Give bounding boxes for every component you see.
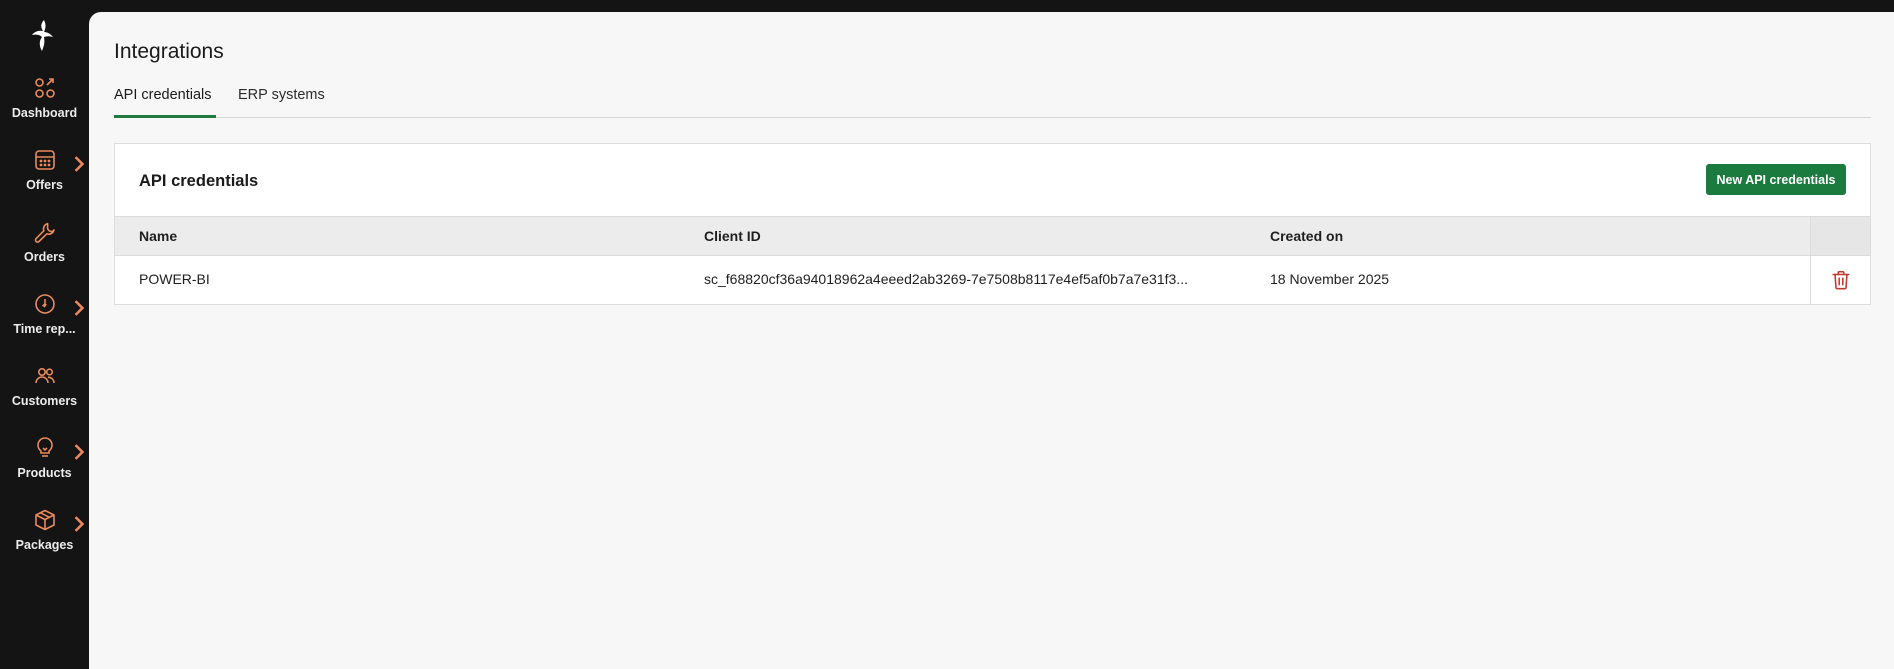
tab-api-credentials[interactable]: API credentials	[114, 82, 216, 118]
sidebar-item-products[interactable]: Products	[0, 436, 89, 498]
sidebar-item-customers[interactable]: Customers	[0, 364, 89, 426]
users-icon	[33, 364, 57, 388]
trash-icon[interactable]	[1830, 269, 1852, 291]
table-row[interactable]: POWER-BI sc_f68820cf36a94018962a4eeed2ab…	[115, 256, 1870, 304]
api-credentials-card: API credentials New API credentials Name…	[114, 143, 1871, 305]
sidebar-item-packages[interactable]: Packages	[0, 508, 89, 570]
clock-icon	[33, 292, 84, 316]
dashboard-icon	[33, 76, 57, 100]
sidebar-item-label: Dashboard	[11, 106, 78, 120]
sidebar-item-label: Time rep...	[13, 322, 76, 336]
sidebar-item-dashboard[interactable]: Dashboard	[0, 76, 89, 138]
calculator-icon	[33, 148, 84, 172]
sidebar-item-offers[interactable]: Offers	[0, 148, 89, 210]
sidebar-item-label: Packages	[15, 538, 74, 552]
lightbulb-icon	[33, 436, 84, 460]
sidebar-item-label: Orders	[24, 250, 65, 264]
chevron-right-icon	[74, 516, 84, 532]
column-header-client-id[interactable]: Client ID	[704, 228, 761, 244]
chevron-right-icon	[74, 444, 84, 460]
tab-erp-systems[interactable]: ERP systems	[238, 82, 325, 118]
column-header-created-on[interactable]: Created on	[1270, 228, 1343, 244]
tab-bar: API credentials ERP systems	[114, 82, 1871, 118]
sidebar-item-time-reports[interactable]: Time rep...	[0, 292, 89, 354]
chevron-right-icon	[74, 300, 84, 316]
table-header: Name Client ID Created on	[115, 216, 1870, 256]
wrench-icon	[33, 220, 57, 244]
cell-actions	[1810, 256, 1870, 304]
cell-client-id: sc_f68820cf36a94018962a4eeed2ab3269-7e75…	[704, 271, 1188, 287]
column-header-name[interactable]: Name	[139, 228, 177, 244]
page-title: Integrations	[114, 40, 224, 63]
chevron-right-icon	[74, 156, 84, 172]
sidebar: Dashboard Offers Orders Time rep... Cust…	[0, 0, 89, 669]
column-header-actions	[1810, 217, 1870, 255]
box-icon	[33, 508, 84, 532]
logo-icon[interactable]	[28, 18, 56, 54]
cell-created-on: 18 November 2025	[1270, 271, 1390, 287]
new-api-credentials-button[interactable]: New API credentials	[1706, 164, 1846, 195]
sidebar-item-label: Customers	[11, 394, 78, 408]
main-content: Integrations API credentials ERP systems…	[89, 12, 1894, 669]
cell-name: POWER-BI	[139, 271, 210, 287]
sidebar-item-label: Offers	[26, 178, 63, 192]
sidebar-item-orders[interactable]: Orders	[0, 220, 89, 282]
card-title: API credentials	[139, 172, 259, 190]
sidebar-item-label: Products	[17, 466, 72, 480]
